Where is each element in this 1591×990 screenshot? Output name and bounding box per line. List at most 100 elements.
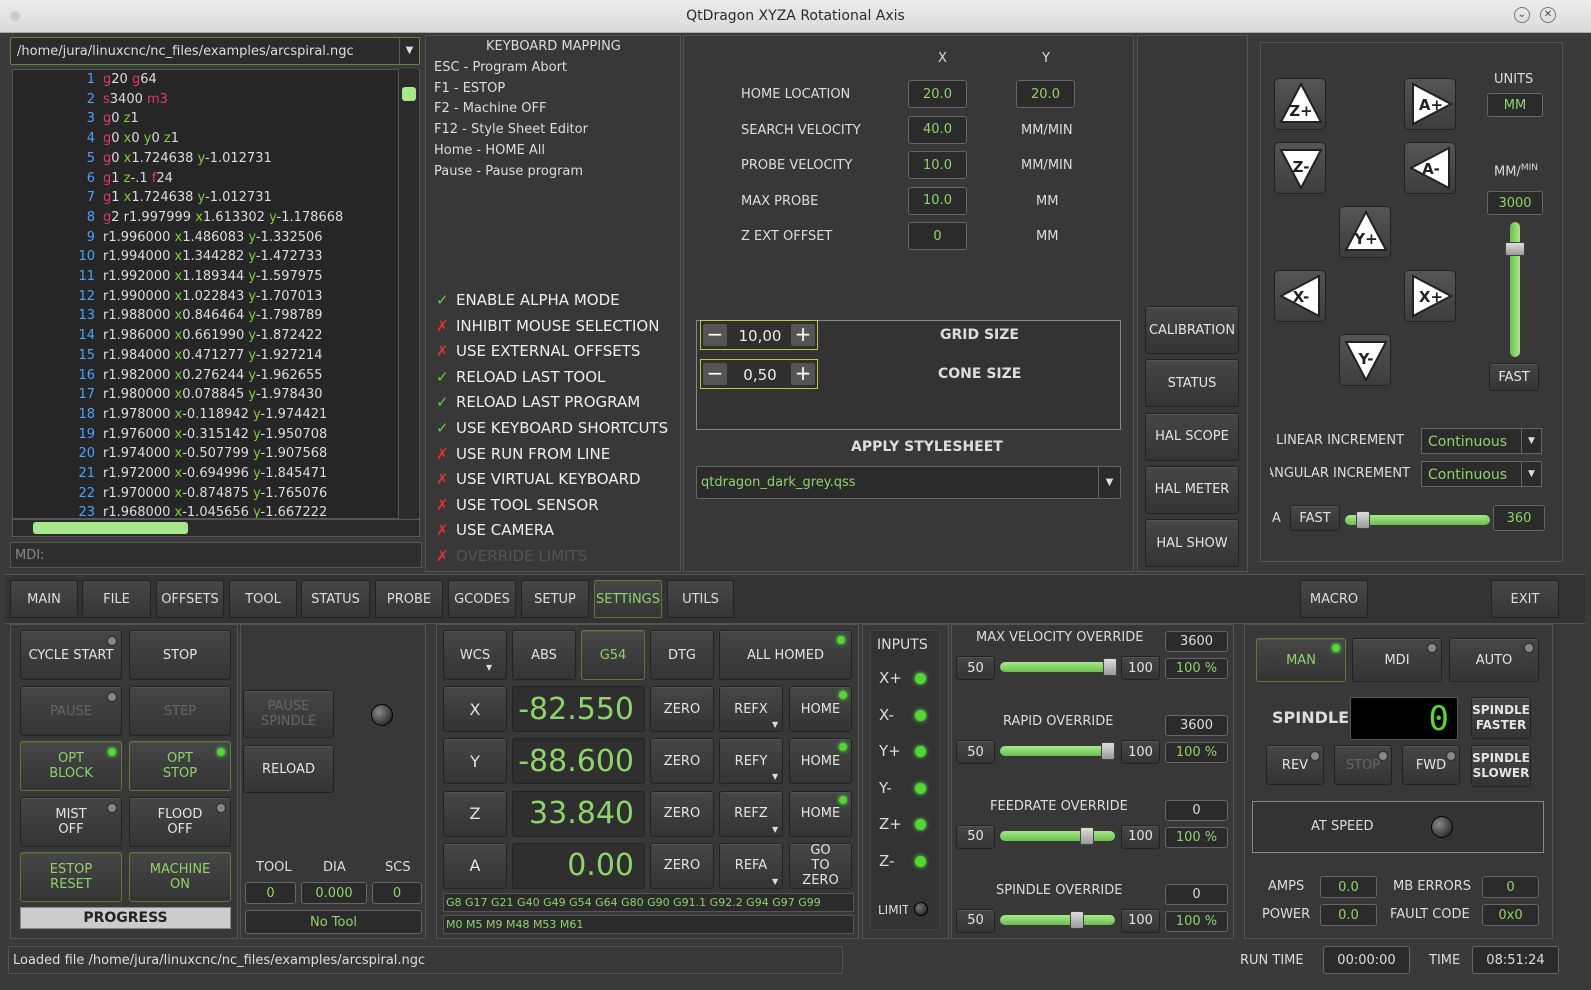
- override-min-button[interactable]: 50: [956, 908, 995, 933]
- gcode-editor[interactable]: 1 g20 g64 2 s3400 m3 3 g0 z1 4 g0 x0 y0 z1 5 g0 x…: [12, 69, 420, 519]
- override-handle[interactable]: [1070, 910, 1085, 929]
- option-checkbox[interactable]: ✓ RELOAD LAST PROGRAM: [436, 393, 640, 411]
- override-handle[interactable]: [1103, 658, 1117, 676]
- probe-x-value[interactable]: 40.0: [908, 115, 967, 144]
- grid-size-spinbox[interactable]: − 10,00 +: [700, 320, 818, 350]
- jog-fast-button[interactable]: FAST: [1489, 363, 1539, 391]
- estop-reset-button[interactable]: ESTOP RESET: [20, 852, 122, 902]
- chevron-down-icon[interactable]: ▼: [399, 38, 419, 64]
- all-homed-button[interactable]: ALL HOMED: [719, 630, 852, 680]
- minus-icon[interactable]: −: [703, 324, 727, 346]
- tab-file[interactable]: FILE: [82, 580, 151, 618]
- step-button[interactable]: STEP: [129, 686, 231, 736]
- plus-icon[interactable]: +: [791, 324, 815, 346]
- override-slider[interactable]: [1000, 662, 1115, 672]
- override-slider[interactable]: [1000, 830, 1115, 841]
- option-checkbox[interactable]: ✗ USE RUN FROM LINE: [436, 445, 610, 463]
- jog-rate-handle[interactable]: [1505, 242, 1525, 256]
- probe-y-value[interactable]: 20.0: [1016, 80, 1075, 108]
- g54-button[interactable]: G54: [581, 630, 645, 680]
- spindle-stop-button[interactable]: STOP: [1334, 745, 1392, 785]
- exit-button[interactable]: EXIT: [1491, 580, 1559, 618]
- tab-settings[interactable]: SETTINGS: [594, 580, 662, 618]
- option-checkbox[interactable]: ✓ ENABLE ALPHA MODE: [436, 291, 620, 309]
- cycle-start-button[interactable]: CYCLE START: [20, 630, 122, 680]
- editor-hscrollbar[interactable]: [12, 519, 420, 537]
- tab-main[interactable]: MAIN: [10, 580, 78, 618]
- y-minus-jog-button[interactable]: Y-: [1339, 334, 1391, 386]
- axis-y-button[interactable]: Y: [443, 738, 507, 785]
- a-fast-button[interactable]: FAST: [1290, 505, 1340, 531]
- scroll-thumb[interactable]: [402, 87, 416, 101]
- tab-gcodes[interactable]: GCODES: [448, 580, 516, 618]
- option-checkbox[interactable]: ✓ RELOAD LAST TOOL: [436, 368, 605, 386]
- close-icon[interactable]: ✕: [1540, 7, 1556, 23]
- override-slider[interactable]: [1000, 746, 1115, 757]
- a-minus-jog-button[interactable]: A-: [1404, 142, 1456, 194]
- minimize-icon[interactable]: ⌄: [1514, 7, 1530, 23]
- axis-a-button[interactable]: A: [443, 842, 507, 889]
- option-checkbox[interactable]: ✗ INHIBIT MOUSE SELECTION: [436, 317, 659, 335]
- stylesheet-combo[interactable]: qtdragon_dark_grey.qss ▼: [696, 466, 1121, 499]
- pause-button[interactable]: PAUSE: [20, 686, 122, 736]
- side-button[interactable]: HAL METER: [1145, 465, 1239, 514]
- side-button[interactable]: HAL SCOPE: [1145, 412, 1239, 461]
- file-path-combo[interactable]: /home/jura/linuxcnc/nc_files/examples/ar…: [10, 37, 420, 65]
- tab-probe[interactable]: PROBE: [375, 580, 443, 618]
- linear-increment-combo[interactable]: Continuous ▼: [1421, 428, 1542, 454]
- option-checkbox[interactable]: ✗ USE VIRTUAL KEYBOARD: [436, 470, 641, 488]
- a-plus-jog-button[interactable]: A+: [1404, 78, 1456, 130]
- pause-spindle-button[interactable]: PAUSE SPINDLE: [243, 690, 334, 738]
- override-max-button[interactable]: 100: [1121, 824, 1160, 849]
- tab-status[interactable]: STATUS: [301, 580, 370, 618]
- override-max-button[interactable]: 100: [1121, 908, 1160, 933]
- chevron-down-icon[interactable]: ▼: [1521, 429, 1541, 453]
- zero-button[interactable]: ZERO: [650, 842, 714, 889]
- side-button[interactable]: STATUS: [1145, 359, 1239, 408]
- option-checkbox[interactable]: ✗ USE CAMERA: [436, 521, 554, 539]
- probe-x-value[interactable]: 10.0: [908, 151, 967, 179]
- override-handle[interactable]: [1080, 826, 1095, 845]
- option-checkbox[interactable]: ✗ OVERRIDE LIMITS: [436, 547, 587, 565]
- chevron-down-icon[interactable]: ▼: [1521, 462, 1541, 486]
- x-minus-jog-button[interactable]: X-: [1274, 270, 1326, 322]
- spindle-fwd-button[interactable]: FWD: [1402, 745, 1460, 785]
- wcs-button[interactable]: WCS: [443, 630, 507, 680]
- chevron-down-icon[interactable]: ▼: [1098, 467, 1120, 498]
- side-button[interactable]: CALIBRATION: [1145, 306, 1239, 354]
- override-min-button[interactable]: 50: [956, 740, 995, 765]
- override-min-button[interactable]: 50: [956, 824, 995, 849]
- angular-increment-combo[interactable]: Continuous ▼: [1421, 461, 1542, 487]
- cone-size-spinbox[interactable]: − 0,50 +: [700, 359, 818, 389]
- plus-icon[interactable]: +: [791, 363, 815, 385]
- option-checkbox[interactable]: ✗ USE TOOL SENSOR: [436, 496, 599, 514]
- abs-button[interactable]: ABS: [512, 630, 576, 680]
- opt-stop-button[interactable]: OPT STOP: [129, 741, 231, 791]
- override-slider[interactable]: [1000, 914, 1115, 925]
- reload-button[interactable]: RELOAD: [243, 745, 334, 793]
- probe-x-value[interactable]: 20.0: [908, 80, 967, 108]
- zero-button[interactable]: ZERO: [650, 790, 714, 837]
- hscroll-thumb[interactable]: [33, 522, 188, 534]
- override-handle[interactable]: [1100, 742, 1115, 761]
- minus-icon[interactable]: −: [703, 363, 727, 385]
- tab-utils[interactable]: UTILS: [667, 580, 734, 618]
- editor-vscrollbar[interactable]: [398, 69, 418, 519]
- tab-offsets[interactable]: OFFSETS: [156, 580, 224, 618]
- axis-z-button[interactable]: Z: [443, 790, 507, 837]
- axis-x-button[interactable]: X: [443, 686, 507, 732]
- opt-block-button[interactable]: OPT BLOCK: [20, 741, 122, 791]
- probe-x-value[interactable]: 0: [908, 222, 967, 250]
- option-checkbox[interactable]: ✓ USE KEYBOARD SHORTCUTS: [436, 419, 668, 437]
- z-plus-jog-button[interactable]: Z+: [1274, 78, 1326, 130]
- z-minus-jog-button[interactable]: Z-: [1274, 142, 1326, 194]
- spindle-faster-button[interactable]: SPINDLE FASTER: [1471, 697, 1531, 739]
- side-button[interactable]: HAL SHOW: [1145, 519, 1239, 568]
- machine-on-button[interactable]: MACHINE ON: [129, 852, 231, 902]
- tab-setup[interactable]: SETUP: [521, 580, 589, 618]
- zero-button[interactable]: ZERO: [650, 738, 714, 785]
- dtg-button[interactable]: DTG: [650, 630, 714, 680]
- a-jog-handle[interactable]: [1356, 511, 1370, 529]
- y-plus-jog-button[interactable]: Y+: [1339, 206, 1391, 258]
- macro-button[interactable]: MACRO: [1300, 580, 1368, 618]
